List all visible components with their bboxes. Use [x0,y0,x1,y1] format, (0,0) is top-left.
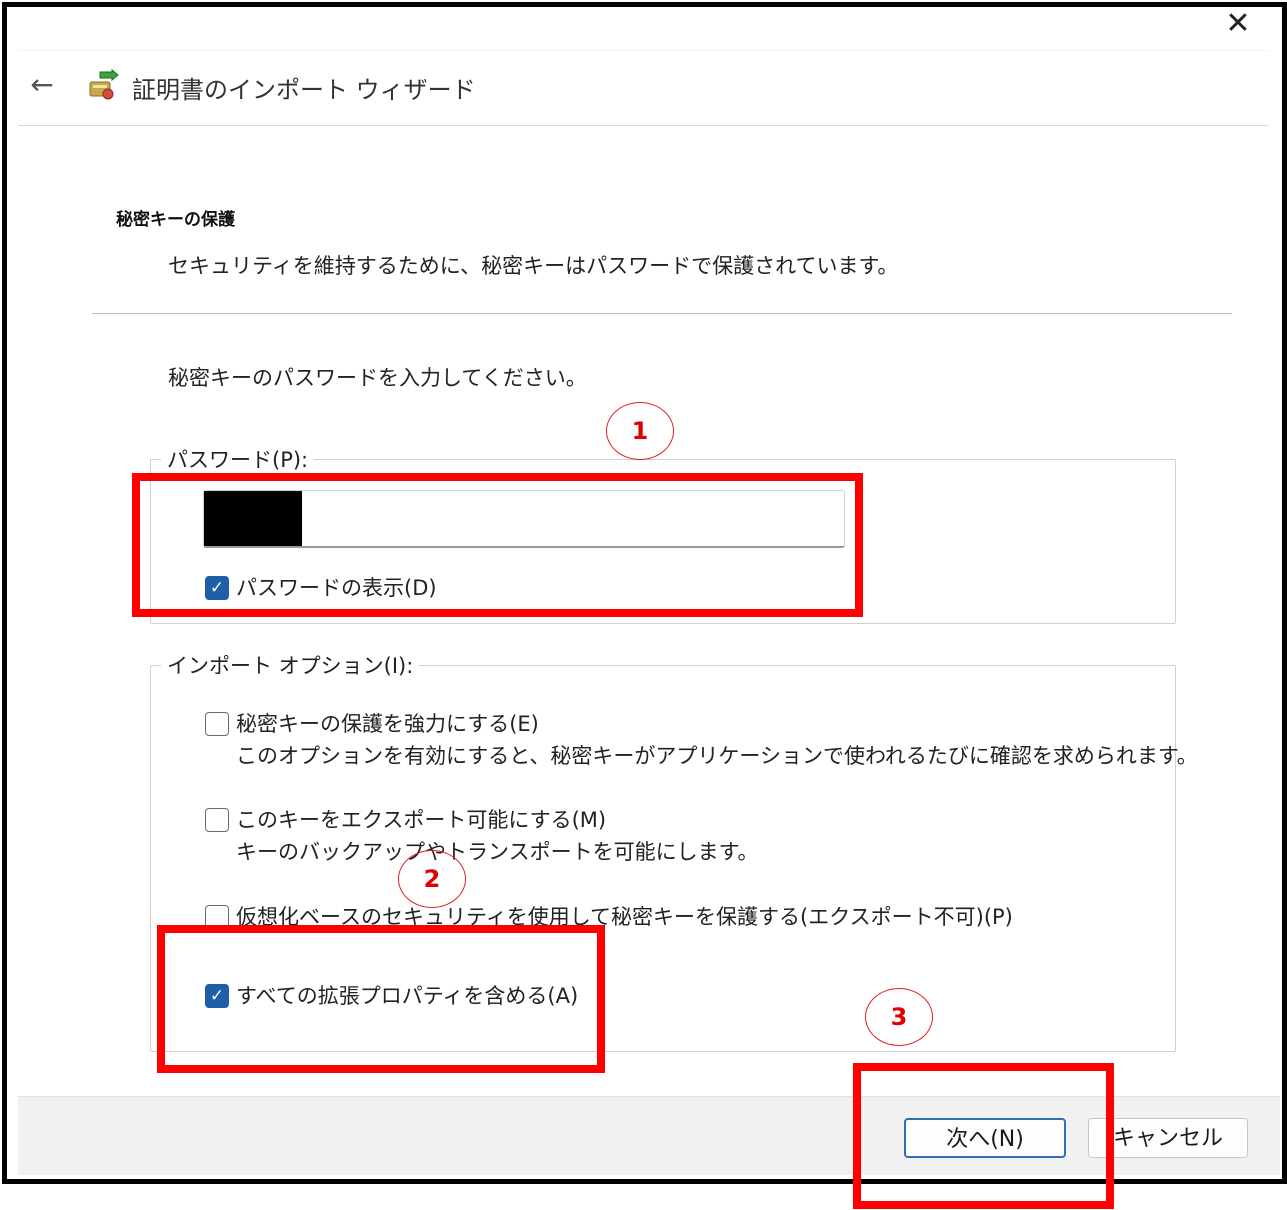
strong-protection-checkbox[interactable] [205,712,229,736]
step-marker-2: 2 [398,850,466,908]
extended-properties-checkbox[interactable]: ✓ [205,984,229,1008]
exportable-key-label[interactable]: このキーをエクスポート可能にする(M) [236,804,606,834]
next-button[interactable]: 次へ(N) [904,1118,1066,1158]
wizard-title: 証明書のインポート ウィザード [132,76,476,104]
extended-properties-label[interactable]: すべての拡張プロパティを含める(A) [236,980,578,1010]
vbs-protection-label[interactable]: 仮想化ベースのセキュリティを使用して秘密キーを保護する(エクスポート不可)(P) [236,901,1013,931]
titlebar-divider [18,50,1268,51]
section-description: セキュリティを維持するために、秘密キーはパスワードで保護されています。 [168,254,899,278]
show-password-label[interactable]: パスワードの表示(D) [236,572,437,602]
section-divider [92,313,1232,314]
exportable-key-desc: キーのバックアップやトランスポートを可能にします。 [236,840,759,864]
certificate-wizard-icon [86,68,120,102]
strong-protection-desc: このオプションを有効にすると、秘密キーがアプリケーションで使われるたびに確認を求… [236,744,1198,768]
vbs-protection-checkbox[interactable] [205,905,229,929]
strong-protection-label[interactable]: 秘密キーの保護を強力にする(E) [236,708,539,738]
header-divider [18,125,1268,126]
password-input[interactable] [203,490,845,548]
password-instruction: 秘密キーのパスワードを入力してください。 [168,366,587,390]
password-redaction [204,491,302,546]
import-options-legend: インポート オプション(I): [167,654,414,678]
password-group-legend: パスワード(P): [167,448,309,472]
close-icon[interactable]: ✕ [1220,6,1256,42]
cancel-button[interactable]: キャンセル [1088,1118,1248,1158]
show-password-checkbox[interactable]: ✓ [205,576,229,600]
step-marker-3: 3 [865,988,933,1046]
exportable-key-checkbox[interactable] [205,808,229,832]
step-marker-1: 1 [606,402,674,460]
section-title: 秘密キーの保護 [116,210,235,230]
back-arrow-icon[interactable]: ← [26,70,58,102]
